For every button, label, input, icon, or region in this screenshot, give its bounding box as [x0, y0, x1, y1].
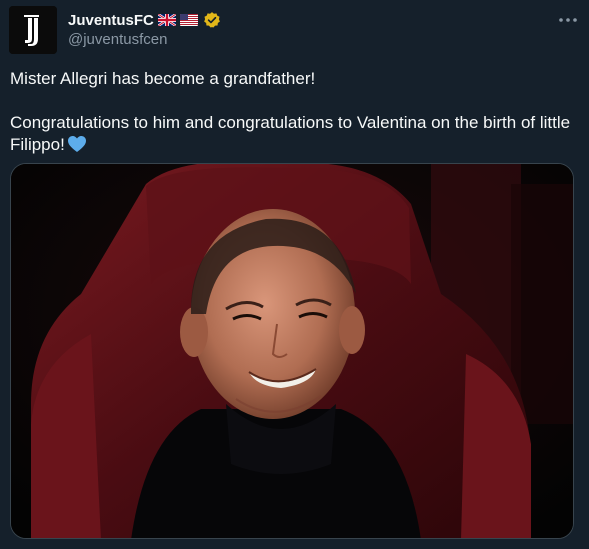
handle[interactable]: @juventusfcen	[68, 31, 167, 48]
juventus-logo-icon[interactable]	[9, 6, 57, 54]
name-row: JuventusFC	[68, 10, 221, 30]
tweet-text-line-1: Mister Allegri has become a grandfather!	[10, 69, 316, 88]
blue-heart-icon	[67, 135, 87, 159]
tweet-text-body: Congratulations to him and congratulatio…	[10, 113, 571, 154]
verified-badge-icon[interactable]	[203, 11, 221, 29]
more-options-icon[interactable]	[551, 6, 585, 34]
tweet-photo[interactable]	[10, 163, 574, 539]
tweet: JuventusFC @juventusfcen Mister Allegri …	[0, 0, 589, 549]
display-name[interactable]: JuventusFC	[68, 12, 154, 29]
us-flag-icon	[179, 14, 198, 26]
uk-flag-icon	[157, 14, 176, 26]
tweet-text-line-2: Congratulations to him and congratulatio…	[10, 112, 575, 159]
